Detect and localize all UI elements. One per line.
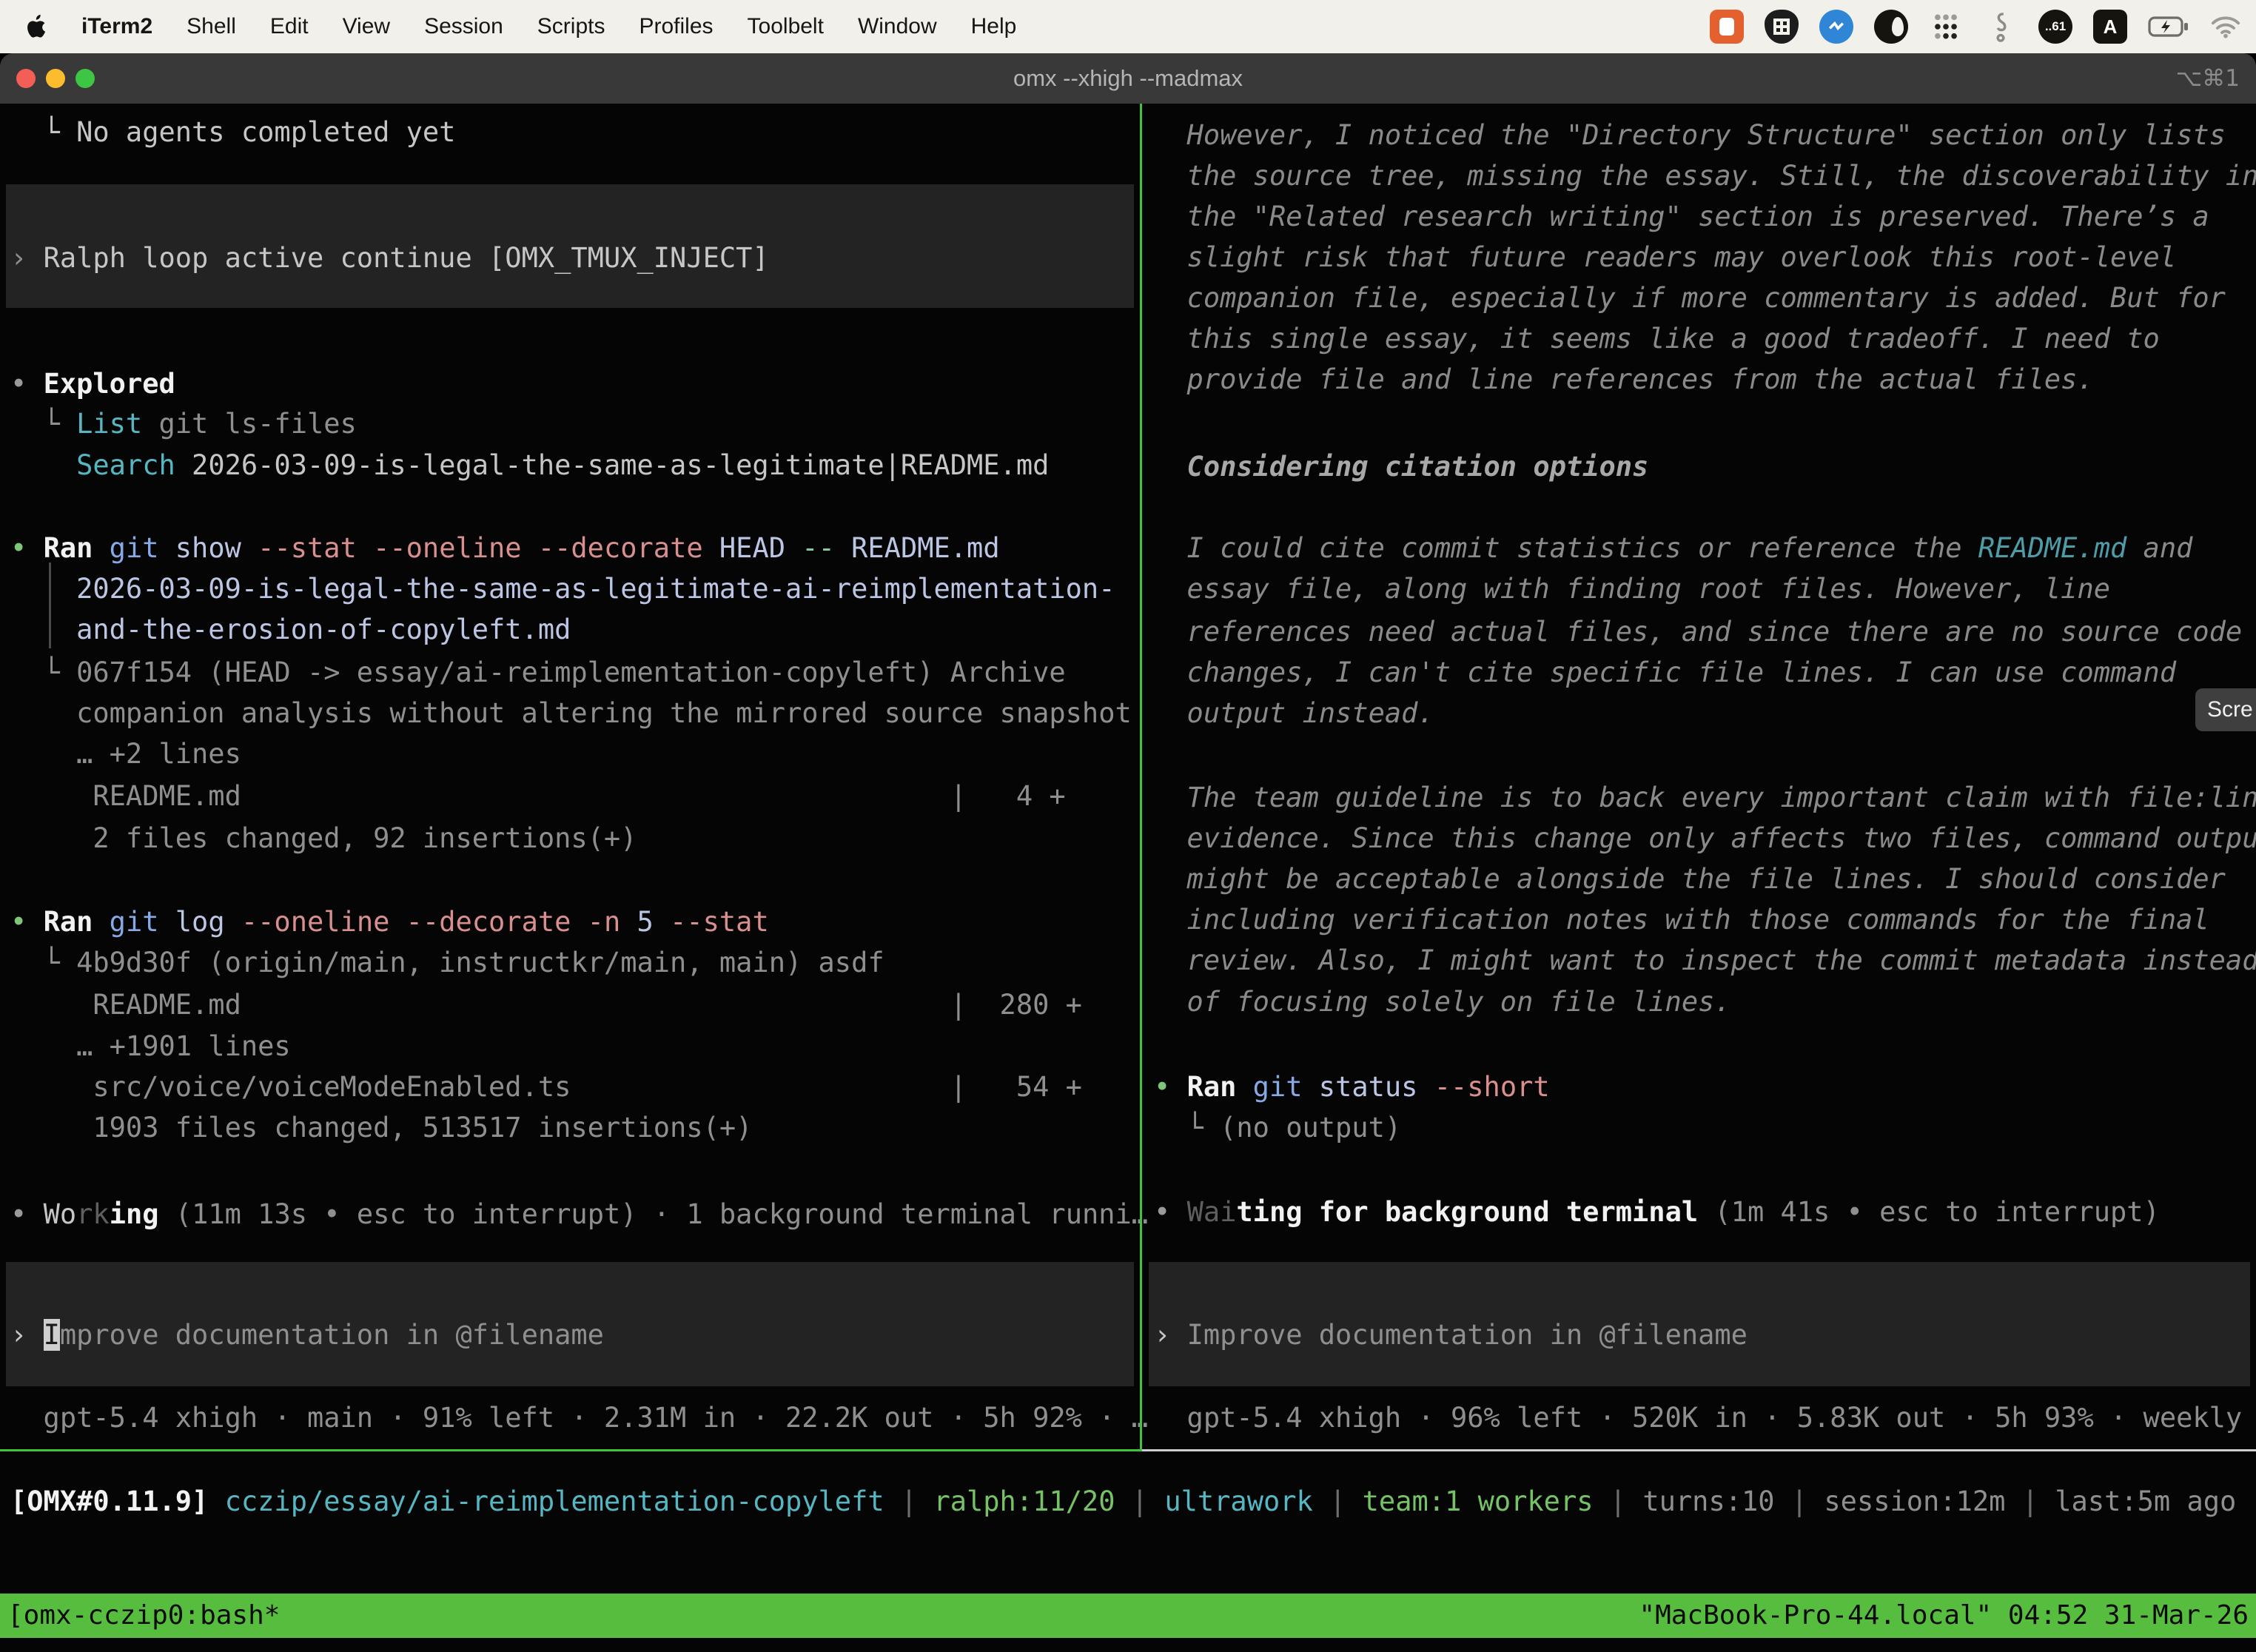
menubar-item-app[interactable]: iTerm2 <box>81 14 152 39</box>
terminal-line: output instead. <box>1142 693 2256 734</box>
menubar-item-view[interactable]: View <box>343 14 390 39</box>
menubar-item-profiles[interactable]: Profiles <box>639 14 713 39</box>
menubar-item-toolbelt[interactable]: Toolbelt <box>748 14 824 39</box>
wifi-icon[interactable] <box>2210 15 2241 38</box>
terminal-line: [OMX#0.11.9] cczip/essay/ai-reimplementa… <box>0 1481 2256 1522</box>
sync-app-icon[interactable] <box>1819 10 1853 44</box>
hook-utility-icon[interactable] <box>1984 10 2018 44</box>
pane-divider[interactable] <box>1140 104 1142 1451</box>
window-title: omx --xhigh --madmax <box>0 65 2256 92</box>
terminal-line: provide file and line references from th… <box>1142 359 2256 400</box>
terminal-line: └ (no output) <box>1142 1107 2256 1149</box>
left-pane-bottom-border <box>0 1449 1142 1451</box>
apple-menu-icon[interactable] <box>22 12 47 41</box>
menubar-menus: iTerm2 Shell Edit View Session Scripts P… <box>0 12 1016 41</box>
window-shortcut-badge: ⌥⌘1 <box>2176 65 2240 92</box>
terminal-line: this single essay, it seems like a good … <box>1142 318 2256 360</box>
terminal-line: essay file, along with finding root file… <box>1142 568 2256 610</box>
terminal-line: including verification notes with those … <box>1142 899 2256 941</box>
terminal-line: companion file, especially if more comme… <box>1142 278 2256 319</box>
terminal-line: However, I noticed the "Directory Struct… <box>1142 115 2256 156</box>
terminal-line: changes, I can't cite specific file line… <box>1142 652 2256 694</box>
window-titlebar: omx --xhigh --madmax ⌥⌘1 <box>0 53 2256 104</box>
terminal-line: › Improve documentation in @filename <box>1142 1314 2256 1356</box>
terminal-line: … +2 lines <box>0 733 2256 775</box>
right-pane-bottom-border <box>1142 1449 2256 1451</box>
apple-logo-icon <box>22 12 47 41</box>
terminal-content: └ No agents completed yet› Ralph loop ac… <box>0 104 2256 1652</box>
terminal-line: the source tree, missing the essay. Stil… <box>1142 155 2256 197</box>
terminal-line: • Ran git status --short <box>1142 1067 2256 1108</box>
terminal-line: I could cite commit statistics or refere… <box>1142 528 2256 569</box>
menubar-item-help[interactable]: Help <box>971 14 1017 39</box>
menubar-item-session[interactable]: Session <box>424 14 503 39</box>
dots-grid-icon[interactable] <box>1929 10 1963 44</box>
tmux-status-bar: [omx-cczip0:bash* "MacBook-Pro-44.local"… <box>0 1594 2256 1638</box>
input-source-icon[interactable]: A <box>2093 10 2127 44</box>
macos-menubar: iTerm2 Shell Edit View Session Scripts P… <box>0 0 2256 53</box>
terminal-line: slight risk that future readers may over… <box>1142 237 2256 278</box>
menubar-item-window[interactable]: Window <box>858 14 937 39</box>
terminal-line: might be acceptable alongside the file l… <box>1142 859 2256 900</box>
terminal-line: review. Also, I might want to inspect th… <box>1142 940 2256 981</box>
terminal-line: └ List git ls-files <box>0 403 2256 445</box>
menubar-item-shell[interactable]: Shell <box>187 14 236 39</box>
chat-app-icon[interactable] <box>1710 10 1744 44</box>
terminal-line: • Waiting for background terminal (1m 41… <box>1142 1192 2256 1233</box>
iterm2-window: iTerm2 Shell Edit View Session Scripts P… <box>0 0 2256 1652</box>
battery-count-icon[interactable]: ..61 <box>2038 10 2072 44</box>
shield-app-icon[interactable] <box>1765 10 1799 44</box>
terminal-line: Considering citation options <box>1142 446 2256 488</box>
terminal-line: of focusing solely on file lines. <box>1142 981 2256 1023</box>
tmux-host-clock: "MacBook-Pro-44.local" 04:52 31-Mar-26 <box>1639 1594 2249 1638</box>
terminal-line: … +1901 lines <box>0 1026 2256 1067</box>
menubar-item-scripts[interactable]: Scripts <box>537 14 605 39</box>
tooltip-label: Scre <box>2207 697 2253 722</box>
menubar-item-edit[interactable]: Edit <box>270 14 309 39</box>
battery-icon[interactable] <box>2148 16 2189 38</box>
screen-edge-tooltip: Scre <box>2195 688 2256 731</box>
terminal-line: evidence. Since this change only affects… <box>1142 818 2256 859</box>
terminal-line: references need actual files, and since … <box>1142 611 2256 653</box>
terminal-line: the "Related research writing" section i… <box>1142 196 2256 238</box>
tmux-session-label[interactable]: [omx-cczip0:bash* <box>7 1594 280 1638</box>
terminal-line: The team guideline is to back every impo… <box>1142 777 2256 819</box>
menubar-status-icons: ..61 A <box>1710 10 2256 44</box>
moon-app-icon[interactable] <box>1874 10 1908 44</box>
terminal-line: gpt-5.4 xhigh · 96% left · 520K in · 5.8… <box>1142 1397 2256 1439</box>
